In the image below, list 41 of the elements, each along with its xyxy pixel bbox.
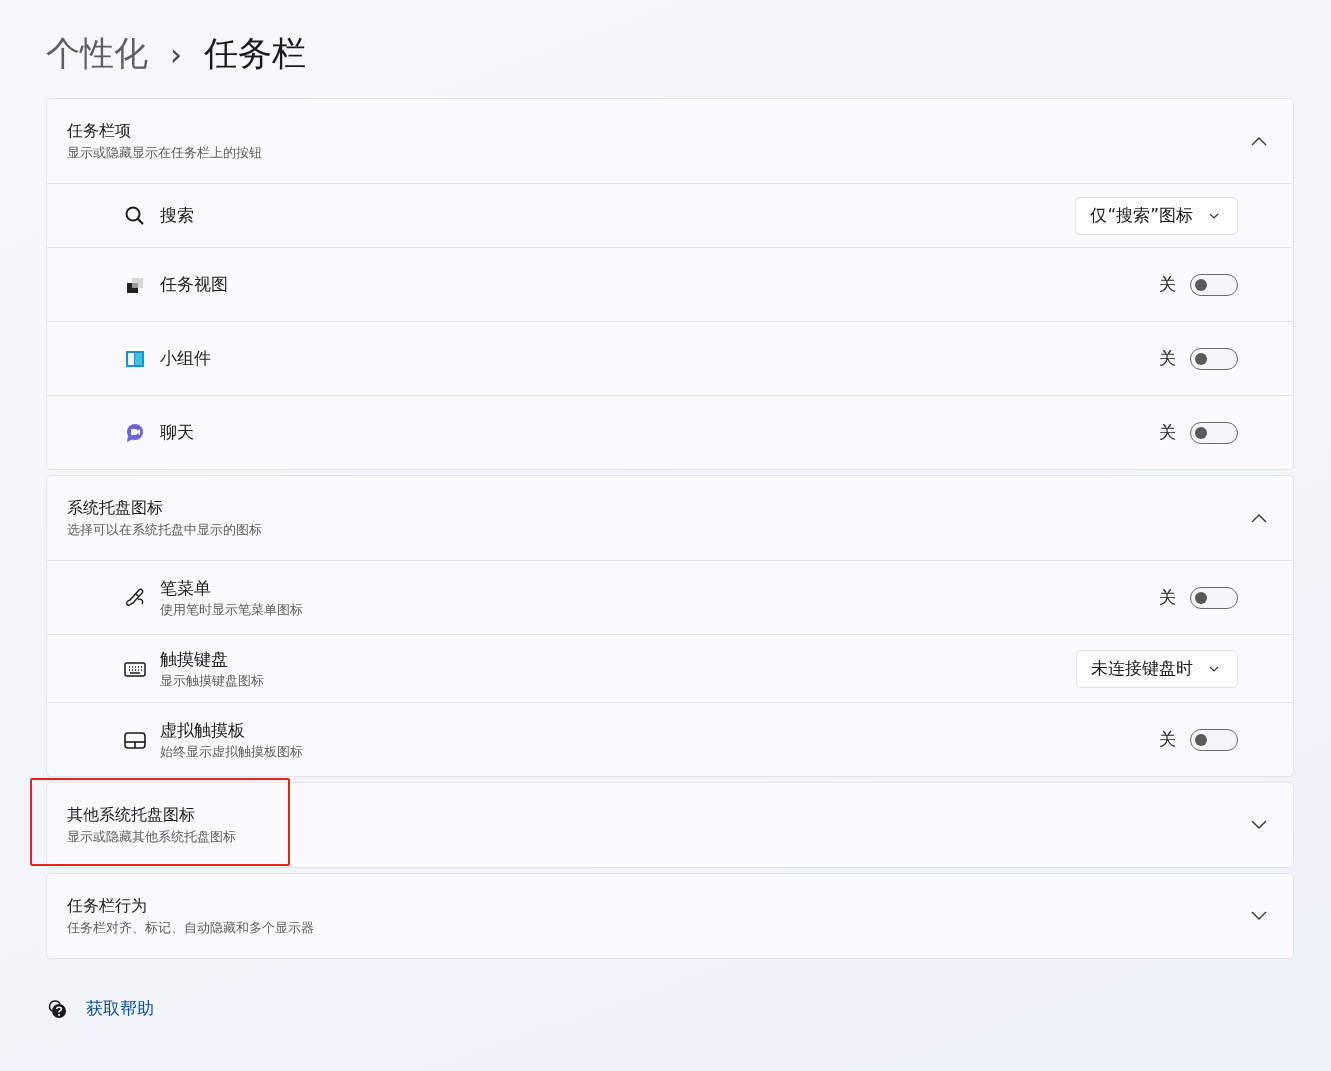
chevron-down-icon — [1209, 665, 1219, 672]
section-title: 其他系统托盘图标 — [67, 804, 196, 826]
toggle-state-label: 关 — [1159, 728, 1176, 751]
section-title: 系统托盘图标 — [67, 497, 164, 519]
chevron-up-icon[interactable] — [1251, 136, 1267, 146]
breadcrumb-separator: › — [170, 36, 182, 72]
section-title: 任务栏行为 — [67, 895, 148, 917]
setting-label: 笔菜单 — [160, 576, 212, 600]
toggle-state-label: 关 — [1159, 421, 1176, 444]
section-subtitle: 显示或隐藏显示在任务栏上的按钮 — [67, 143, 263, 162]
section-subtitle: 选择可以在系统托盘中显示的图标 — [67, 520, 263, 539]
chevron-up-icon[interactable] — [1251, 513, 1267, 523]
toggle-switch[interactable] — [1190, 421, 1238, 444]
setting-description: 显示触摸键盘图标 — [160, 671, 265, 690]
toggle-state-label: 关 — [1159, 347, 1176, 370]
help-link[interactable]: 获取帮助 — [86, 997, 154, 1020]
setting-label: 任务视图 — [160, 273, 229, 296]
section-subtitle: 显示或隐藏其他系统托盘图标 — [67, 827, 237, 846]
chevron-down-icon — [1209, 212, 1219, 219]
toggle-state-label: 关 — [1159, 273, 1176, 296]
toggle-state-label: 关 — [1159, 586, 1176, 609]
breadcrumb-link[interactable]: 个性化 — [46, 31, 148, 77]
setting-label: 搜索 — [160, 204, 195, 227]
setting-label: 虚拟触摸板 — [160, 718, 246, 742]
page-title: 任务栏 — [204, 32, 306, 75]
dropdown[interactable]: 仅“搜索”图标 — [1075, 196, 1238, 235]
section-title: 任务栏项 — [67, 120, 132, 142]
section-subtitle: 任务栏对齐、标记、自动隐藏和多个显示器 — [67, 918, 315, 937]
dropdown[interactable]: 未连接键盘时 — [1076, 649, 1238, 688]
toggle-switch[interactable] — [1190, 728, 1238, 751]
setting-description: 使用笔时显示笔菜单图标 — [160, 600, 304, 619]
toggle-switch[interactable] — [1190, 586, 1238, 609]
toggle-switch[interactable] — [1190, 347, 1238, 370]
setting-label: 触摸键盘 — [160, 647, 229, 671]
setting-label: 小组件 — [160, 347, 212, 370]
help-chat-icon — [46, 997, 68, 1020]
toggle-switch[interactable] — [1190, 273, 1238, 296]
setting-label: 聊天 — [160, 421, 195, 444]
setting-description: 始终显示虚拟触摸板图标 — [160, 742, 304, 761]
chevron-down-icon[interactable] — [1251, 820, 1267, 830]
chevron-down-icon[interactable] — [1251, 911, 1267, 921]
